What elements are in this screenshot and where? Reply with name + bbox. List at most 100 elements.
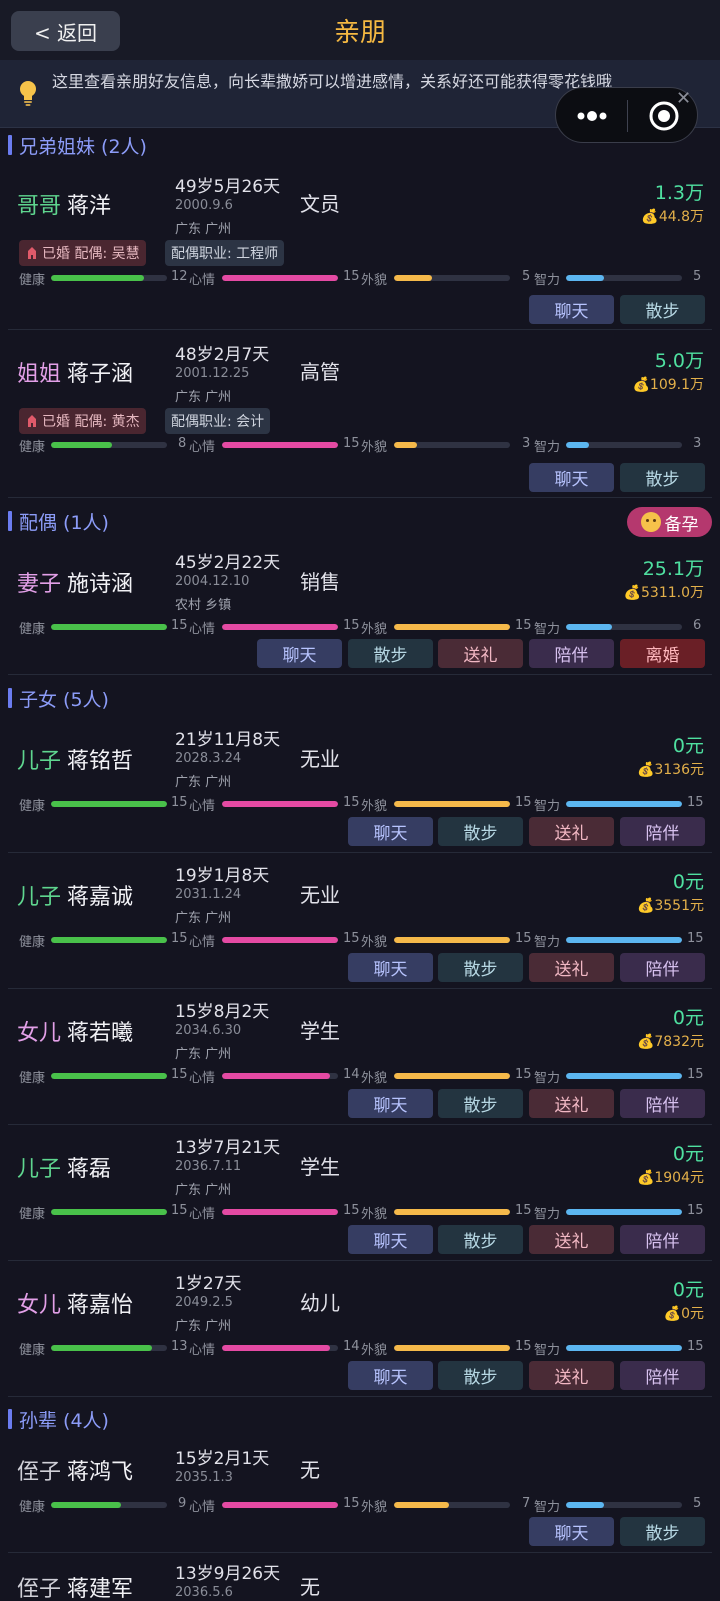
health-bar — [51, 1073, 167, 1079]
chat-button[interactable]: 聊天 — [348, 953, 433, 982]
divorce-button[interactable]: 离婚 — [620, 639, 705, 668]
section-title: 子女 (5人) — [19, 688, 109, 711]
look-label: 外貌 — [361, 1071, 388, 1086]
health-bar — [51, 624, 167, 630]
age-text: 13岁9月26天 — [175, 1564, 281, 1584]
accompany-button[interactable]: 陪伴 — [529, 639, 614, 668]
section-marker — [8, 1409, 12, 1429]
walk-button[interactable]: 散步 — [620, 1517, 705, 1546]
gift-button[interactable]: 送礼 — [529, 817, 614, 846]
married-tag-text: 已婚 配偶: 吴慧 — [42, 246, 140, 262]
health-label: 健康 — [19, 935, 46, 950]
person-card: 儿子 蒋磊 13岁7月21天 2036.7.11 广东 广州 学生 0元 💰19… — [0, 1125, 720, 1261]
look-value: 5 — [522, 269, 531, 284]
mood-value: 15 — [343, 618, 360, 633]
miniprogram-capsule: ✕ — [555, 87, 698, 143]
section-title: 兄弟姐妹 (2人) — [19, 135, 147, 158]
more-options-icon[interactable] — [576, 106, 608, 126]
mood-label: 心情 — [189, 1071, 216, 1086]
mood-bar — [222, 624, 338, 630]
look-bar — [394, 1502, 510, 1508]
walk-button[interactable]: 散步 — [438, 953, 523, 982]
mood-fill — [222, 1073, 330, 1079]
mood-fill — [222, 442, 338, 448]
accompany-button[interactable]: 陪伴 — [620, 953, 705, 982]
person-name: 蒋若曦 — [67, 1021, 134, 1046]
savings-value: 💰5311.0万 — [623, 585, 704, 601]
person-card: 哥哥 蒋洋 49岁5月26天 2000.9.6 广东 广州 文员 1.3万 💰4… — [0, 160, 720, 330]
relation-label: 妻子 — [17, 572, 62, 597]
look-bar — [394, 442, 510, 448]
section-children-header: 子女 (5人) — [8, 684, 109, 712]
card-divider — [8, 674, 712, 675]
health-fill — [51, 1502, 121, 1508]
chat-button[interactable]: 聊天 — [348, 817, 433, 846]
health-label: 健康 — [19, 1343, 46, 1358]
gift-button[interactable]: 送礼 — [438, 639, 523, 668]
look-bar — [394, 801, 510, 807]
health-label: 健康 — [19, 1500, 46, 1515]
gift-button[interactable]: 送礼 — [529, 1225, 614, 1254]
chat-button[interactable]: 聊天 — [529, 295, 614, 324]
income-value: 0元 — [672, 1279, 704, 1301]
health-value: 15 — [171, 795, 188, 810]
chat-button[interactable]: 聊天 — [348, 1361, 433, 1390]
age-text: 49岁5月26天 — [175, 177, 281, 197]
section-grandchildren-header: 孙辈 (4人) — [8, 1405, 109, 1433]
person-card: 女儿 蒋若曦 15岁8月2天 2034.6.30 广东 广州 学生 0元 💰78… — [0, 989, 720, 1125]
birthplace: 农村 乡镇 — [175, 598, 232, 613]
look-bar — [394, 275, 510, 281]
stats-row: 健康 8 心情 15 外貌 3 智力 3 — [0, 436, 720, 455]
dismiss-icon[interactable]: ✕ — [676, 88, 691, 109]
accompany-button[interactable]: 陪伴 — [620, 1089, 705, 1118]
birth-date: 2004.12.10 — [175, 574, 250, 589]
age-text: 15岁2月1天 — [175, 1449, 270, 1469]
relation-label: 姐姐 — [17, 362, 62, 387]
look-label: 外貌 — [361, 273, 388, 288]
iq-value: 15 — [687, 1339, 704, 1354]
health-fill — [51, 624, 167, 630]
iq-fill — [566, 624, 613, 630]
chat-button[interactable]: 聊天 — [348, 1225, 433, 1254]
income-value: 5.0万 — [654, 350, 704, 372]
walk-button[interactable]: 散步 — [348, 639, 433, 668]
card-divider — [8, 1396, 712, 1397]
accompany-button[interactable]: 陪伴 — [620, 817, 705, 846]
gift-button[interactable]: 送礼 — [529, 953, 614, 982]
gift-button[interactable]: 送礼 — [529, 1089, 614, 1118]
health-fill — [51, 275, 144, 281]
relation-label: 女儿 — [17, 1293, 62, 1318]
walk-button[interactable]: 散步 — [620, 463, 705, 492]
chat-button[interactable]: 聊天 — [348, 1089, 433, 1118]
walk-button[interactable]: 散步 — [438, 1361, 523, 1390]
savings-value: 💰109.1万 — [632, 377, 704, 393]
accompany-button[interactable]: 陪伴 — [620, 1225, 705, 1254]
accompany-button[interactable]: 陪伴 — [620, 1361, 705, 1390]
walk-button[interactable]: 散步 — [438, 1225, 523, 1254]
walk-button[interactable]: 散步 — [438, 817, 523, 846]
chat-button[interactable]: 聊天 — [529, 463, 614, 492]
walk-button[interactable]: 散步 — [438, 1089, 523, 1118]
married-tag: 已婚 配偶: 黄杰 — [19, 408, 146, 434]
walk-button[interactable]: 散步 — [620, 295, 705, 324]
stats-row: 健康 15 心情 15 外貌 15 智力 15 — [0, 931, 720, 950]
chat-button[interactable]: 聊天 — [257, 639, 342, 668]
mood-fill — [222, 801, 338, 807]
look-label: 外貌 — [361, 440, 388, 455]
mood-value: 15 — [343, 269, 360, 284]
mood-value: 14 — [343, 1339, 360, 1354]
mood-value: 15 — [343, 1496, 360, 1511]
married-tag-text: 已婚 配偶: 黄杰 — [42, 414, 140, 430]
stats-row: 健康 15 心情 15 外貌 15 智力 6 — [0, 618, 720, 637]
iq-label: 智力 — [534, 1343, 561, 1358]
income-value: 0元 — [672, 735, 704, 757]
gift-button[interactable]: 送礼 — [529, 1361, 614, 1390]
health-label: 健康 — [19, 622, 46, 637]
mood-fill — [222, 624, 338, 630]
health-value: 15 — [171, 1067, 188, 1082]
chat-button[interactable]: 聊天 — [529, 1517, 614, 1546]
iq-label: 智力 — [534, 1071, 561, 1086]
pregnancy-badge[interactable]: 备孕 — [627, 507, 712, 537]
card-divider — [8, 497, 712, 498]
iq-fill — [566, 937, 682, 943]
